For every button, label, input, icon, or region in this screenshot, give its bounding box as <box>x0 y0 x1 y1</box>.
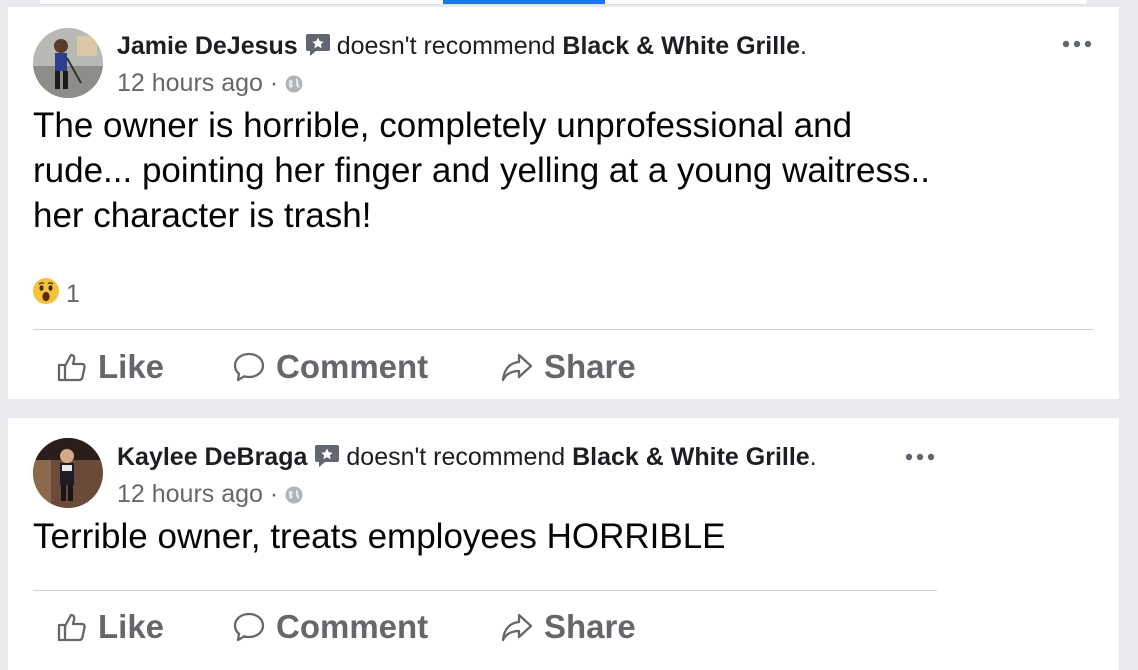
comment-label: Comment <box>276 348 429 385</box>
comment-icon <box>233 612 265 642</box>
like-button[interactable]: Like <box>56 608 164 646</box>
share-icon <box>501 353 533 382</box>
page-link[interactable]: Black & White Grille <box>572 443 810 471</box>
previous-card-edge <box>40 0 1086 5</box>
comment-icon <box>233 352 265 382</box>
review-badge-icon <box>314 443 340 476</box>
like-icon <box>57 353 86 382</box>
more-options-icon[interactable] <box>1061 37 1093 55</box>
share-button[interactable]: Share <box>500 348 636 386</box>
share-button[interactable]: Share <box>500 608 636 646</box>
public-globe-icon <box>284 71 304 101</box>
page-link[interactable]: Black & White Grille <box>562 32 800 60</box>
more-options-icon[interactable] <box>904 450 936 468</box>
like-label: Like <box>98 608 165 645</box>
public-globe-icon <box>284 482 304 512</box>
timestamp[interactable]: 12 hours ago <box>117 69 263 97</box>
share-label: Share <box>544 608 636 645</box>
meta-separator: · <box>269 69 279 97</box>
reaction-count: 1 <box>66 280 80 308</box>
active-tab-indicator <box>443 0 605 4</box>
author-name[interactable]: Kaylee DeBraga <box>117 443 307 471</box>
share-label: Share <box>544 348 636 385</box>
reaction-summary[interactable]: 1 <box>32 277 80 312</box>
divider <box>33 329 1094 330</box>
comment-button[interactable]: Comment <box>232 608 428 646</box>
post-text: Terrible owner, treats employees HORRIBL… <box>33 517 726 556</box>
meta-separator: · <box>269 480 279 508</box>
avatar[interactable] <box>33 438 103 508</box>
review-post: Jamie DeJesus doesn't recommend Black & W… <box>8 7 1119 399</box>
wow-icon <box>32 277 60 312</box>
author-name[interactable]: Jamie DeJesus <box>117 32 298 60</box>
like-label: Like <box>98 348 165 385</box>
like-button[interactable]: Like <box>56 348 164 386</box>
avatar[interactable] <box>33 28 103 98</box>
recommend-status: doesn't recommend <box>346 443 566 471</box>
comment-label: Comment <box>276 608 429 645</box>
post-header: Jamie DeJesus doesn't recommend Black & W… <box>117 31 807 65</box>
post-meta: 12 hours ago · <box>117 479 304 512</box>
divider <box>33 590 937 591</box>
post-meta: 12 hours ago · <box>117 68 304 101</box>
share-icon <box>501 613 533 642</box>
like-icon <box>57 613 86 642</box>
comment-button[interactable]: Comment <box>232 348 428 386</box>
recommend-status: doesn't recommend <box>336 32 556 60</box>
post-header: Kaylee DeBraga doesn't recommend Black & … <box>117 442 817 476</box>
review-badge-icon <box>305 32 331 65</box>
review-post: Kaylee DeBraga doesn't recommend Black & … <box>8 418 1119 670</box>
post-text: The owner is horrible, completely unprof… <box>33 106 930 235</box>
timestamp[interactable]: 12 hours ago <box>117 480 263 508</box>
